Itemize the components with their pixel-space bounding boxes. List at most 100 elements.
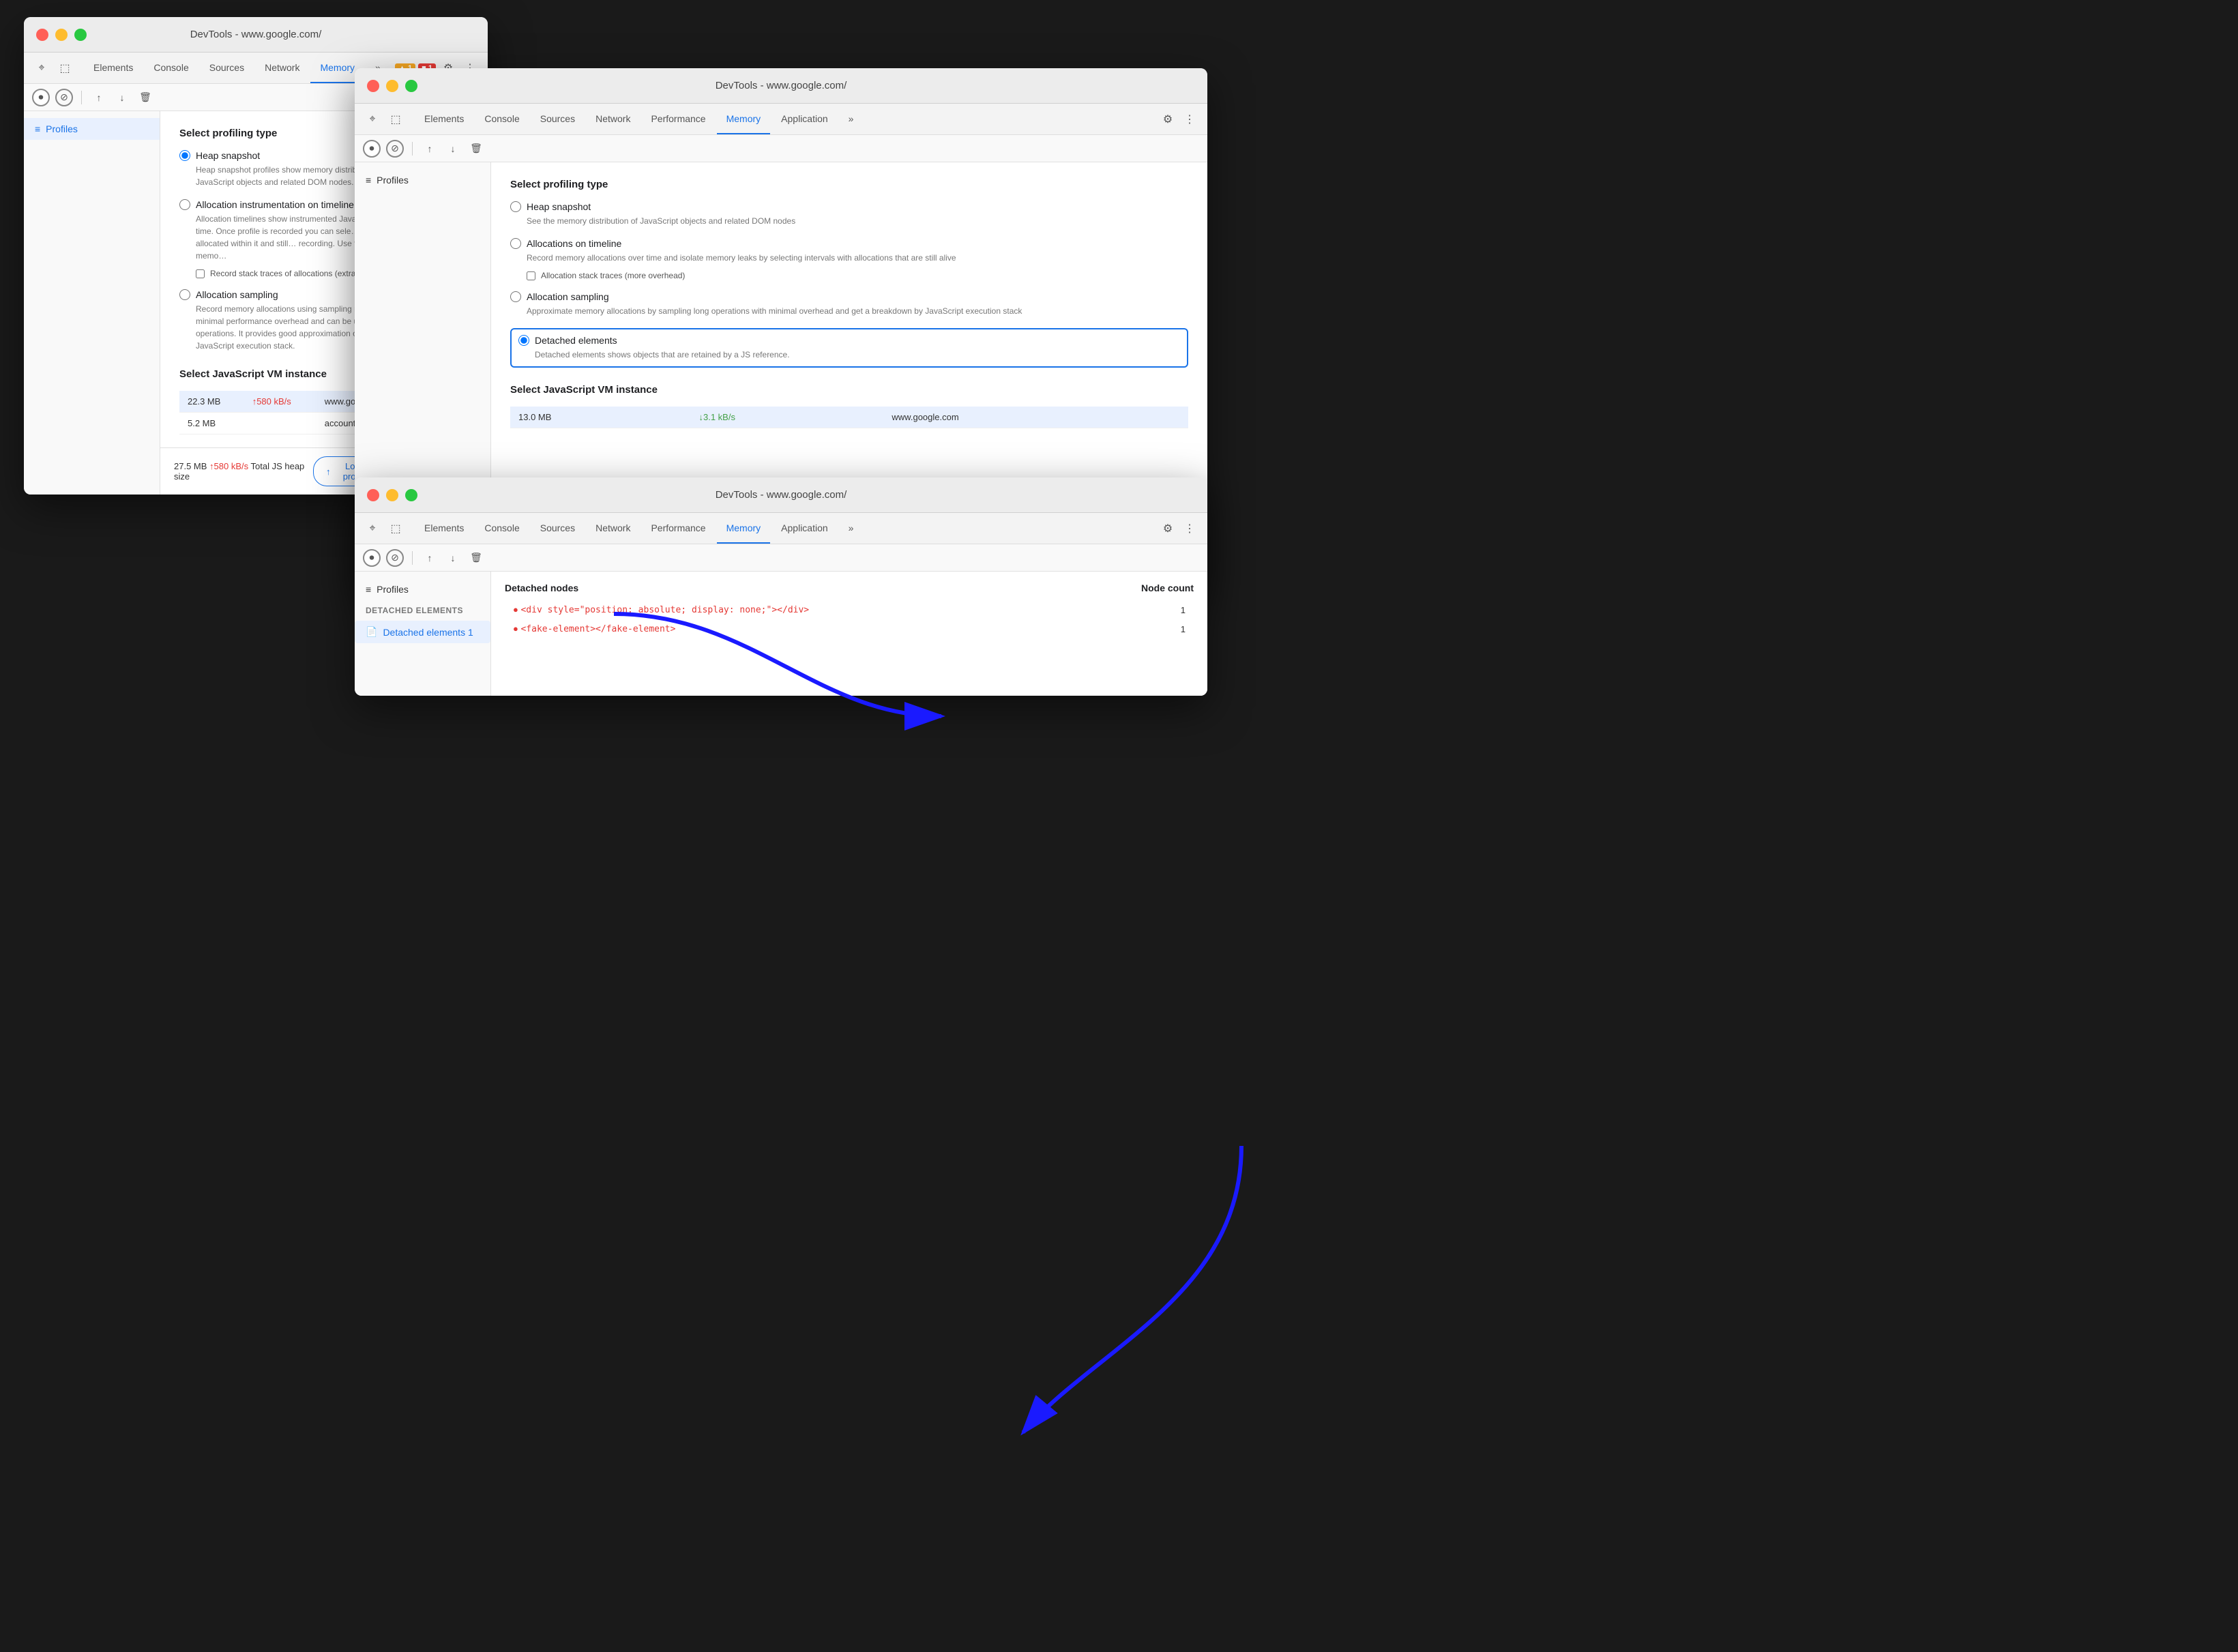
radio-heap-input-2[interactable] bbox=[510, 201, 521, 212]
radio-sampling-label-2[interactable]: Allocation sampling bbox=[510, 291, 1188, 302]
minimize-btn-3[interactable] bbox=[386, 489, 398, 501]
upload-icon-3[interactable]: ↑ bbox=[421, 549, 439, 567]
more-icon-2[interactable]: ⋮ bbox=[1180, 110, 1199, 129]
radio-heap-desc-2: See the memory distribution of JavaScrip… bbox=[527, 215, 1188, 227]
download-icon-1[interactable]: ↓ bbox=[113, 89, 131, 106]
record-icon-3[interactable]: ⏺ bbox=[363, 549, 381, 567]
divider-1 bbox=[81, 91, 82, 104]
divider-2 bbox=[412, 142, 413, 156]
tab-application-2[interactable]: Application bbox=[771, 104, 838, 134]
radio-sampling-input-1[interactable] bbox=[179, 289, 190, 300]
upload-icon-1[interactable]: ↑ bbox=[90, 89, 108, 106]
detached-item-label: Detached elements 1 bbox=[383, 627, 473, 638]
cursor-icon-2[interactable]: ⌖ bbox=[363, 110, 382, 129]
clear-icon-3[interactable]: ⊘ bbox=[386, 549, 404, 567]
radio-detached-input-2[interactable] bbox=[518, 335, 529, 346]
box-icon-3[interactable]: ⬚ bbox=[386, 519, 405, 538]
table-row-3-1[interactable]: ● <div style="position: absolute; displa… bbox=[505, 600, 1194, 619]
vm-row-2-1[interactable]: 13.0 MB ↓3.1 kB/s www.google.com bbox=[510, 407, 1188, 428]
settings-icon-3[interactable]: ⚙ bbox=[1158, 519, 1177, 538]
radio-heap-label-2[interactable]: Heap snapshot bbox=[510, 201, 1188, 212]
close-btn-3[interactable] bbox=[367, 489, 379, 501]
download-icon-2[interactable]: ↓ bbox=[444, 140, 462, 158]
vm-mem-2-1: 13.0 MB bbox=[510, 407, 690, 428]
tab-more-3[interactable]: » bbox=[839, 513, 864, 544]
tab-console-2[interactable]: Console bbox=[475, 104, 529, 134]
tab-network-1[interactable]: Network bbox=[255, 53, 309, 83]
tab-application-3[interactable]: Application bbox=[771, 513, 838, 544]
checkbox-row-2: Allocation stack traces (more overhead) bbox=[527, 271, 1188, 280]
tab-memory-3[interactable]: Memory bbox=[717, 513, 771, 544]
tab-elements-2[interactable]: Elements bbox=[415, 104, 473, 134]
maximize-btn-3[interactable] bbox=[405, 489, 417, 501]
upload-icon-2[interactable]: ↑ bbox=[421, 140, 439, 158]
radio-detached-label-2[interactable]: Detached elements bbox=[518, 335, 1180, 346]
tab-network-2[interactable]: Network bbox=[586, 104, 640, 134]
toolbar-tabs-2: Elements Console Sources Network Perform… bbox=[415, 104, 1154, 134]
main-3: ≡ Profiles Detached elements 📄 Detached … bbox=[355, 572, 1207, 696]
vm-rate-2 bbox=[244, 413, 316, 434]
vm-url-2-1: www.google.com bbox=[883, 407, 1188, 428]
radio-heap-input-1[interactable] bbox=[179, 150, 190, 161]
tab-performance-3[interactable]: Performance bbox=[641, 513, 715, 544]
maximize-btn-1[interactable] bbox=[74, 29, 87, 41]
tab-elements-3[interactable]: Elements bbox=[415, 513, 473, 544]
sidebar-item-profiles-1[interactable]: ≡ Profiles bbox=[24, 118, 160, 140]
radio-alloc-input-1[interactable] bbox=[179, 199, 190, 210]
sidebar-item-detached-1[interactable]: 📄 Detached elements 1 bbox=[355, 621, 490, 643]
box-icon-1[interactable]: ⬚ bbox=[55, 59, 74, 78]
checkbox-label-1: Record stack traces of allocations (extr… bbox=[210, 269, 375, 278]
secondary-toolbar-3: ⏺ ⊘ ↑ ↓ 🗑 bbox=[355, 544, 1207, 572]
clear-icon-1[interactable]: ⊘ bbox=[55, 89, 73, 106]
trash-icon-1[interactable]: 🗑 bbox=[136, 89, 154, 106]
node-count-3-1: 1 bbox=[1150, 600, 1194, 619]
radio-timeline-2: Allocations on timeline Record memory al… bbox=[510, 238, 1188, 280]
table-row-3-2[interactable]: ● <fake-element></fake-element> 1 bbox=[505, 619, 1194, 638]
box-icon-2[interactable]: ⬚ bbox=[386, 110, 405, 129]
window-title-3: DevTools - www.google.com/ bbox=[716, 489, 847, 501]
profiles-icon-2: ≡ bbox=[366, 175, 371, 186]
vm-section-2: Select JavaScript VM instance 13.0 MB ↓3… bbox=[510, 384, 1188, 428]
radio-timeline-label-2[interactable]: Allocations on timeline bbox=[510, 238, 1188, 249]
tab-more-2[interactable]: » bbox=[839, 104, 864, 134]
minimize-btn-2[interactable] bbox=[386, 80, 398, 92]
tab-performance-2[interactable]: Performance bbox=[641, 104, 715, 134]
record-icon-2[interactable]: ⏺ bbox=[363, 140, 381, 158]
sidebar-1: ≡ Profiles bbox=[24, 111, 160, 495]
settings-icon-2[interactable]: ⚙ bbox=[1158, 110, 1177, 129]
clear-icon-2[interactable]: ⊘ bbox=[386, 140, 404, 158]
tab-console-3[interactable]: Console bbox=[475, 513, 529, 544]
download-icon-3[interactable]: ↓ bbox=[444, 549, 462, 567]
cursor-icon-1[interactable]: ⌖ bbox=[32, 59, 51, 78]
tab-sources-3[interactable]: Sources bbox=[531, 513, 585, 544]
close-btn-2[interactable] bbox=[367, 80, 379, 92]
more-icon-3[interactable]: ⋮ bbox=[1180, 519, 1199, 538]
tab-sources-2[interactable]: Sources bbox=[531, 104, 585, 134]
close-btn-1[interactable] bbox=[36, 29, 48, 41]
cursor-icon-3[interactable]: ⌖ bbox=[363, 519, 382, 538]
tab-network-3[interactable]: Network bbox=[586, 513, 640, 544]
secondary-toolbar-2: ⏺ ⊘ ↑ ↓ 🗑 bbox=[355, 135, 1207, 162]
trash-icon-3[interactable]: 🗑 bbox=[467, 549, 485, 567]
tab-elements-1[interactable]: Elements bbox=[84, 53, 143, 83]
sidebar-item-profiles-2[interactable]: ≡ Profiles bbox=[355, 169, 490, 191]
checkbox-stack-1[interactable] bbox=[196, 269, 205, 278]
sidebar-profiles-label-3: Profiles bbox=[377, 584, 409, 595]
tab-sources-1[interactable]: Sources bbox=[200, 53, 254, 83]
sidebar-profiles-label-1: Profiles bbox=[46, 123, 78, 134]
radio-sampling-input-2[interactable] bbox=[510, 291, 521, 302]
count-title: Node count bbox=[1141, 582, 1194, 593]
sidebar-item-profiles-3[interactable]: ≡ Profiles bbox=[355, 578, 490, 600]
minimize-btn-1[interactable] bbox=[55, 29, 68, 41]
radio-detached-desc-2: Detached elements shows objects that are… bbox=[535, 349, 1180, 361]
vm-memory-2: 5.2 MB bbox=[179, 413, 244, 434]
checkbox-stack-2[interactable] bbox=[527, 271, 535, 280]
tab-memory-2[interactable]: Memory bbox=[717, 104, 771, 134]
result-table-3: ● <div style="position: absolute; displa… bbox=[505, 600, 1194, 638]
maximize-btn-2[interactable] bbox=[405, 80, 417, 92]
radio-timeline-input-2[interactable] bbox=[510, 238, 521, 249]
trash-icon-2[interactable]: 🗑 bbox=[467, 140, 485, 158]
record-icon-1[interactable]: ⏺ bbox=[32, 89, 50, 106]
tab-console-1[interactable]: Console bbox=[144, 53, 198, 83]
radio-heap-2: Heap snapshot See the memory distributio… bbox=[510, 201, 1188, 227]
